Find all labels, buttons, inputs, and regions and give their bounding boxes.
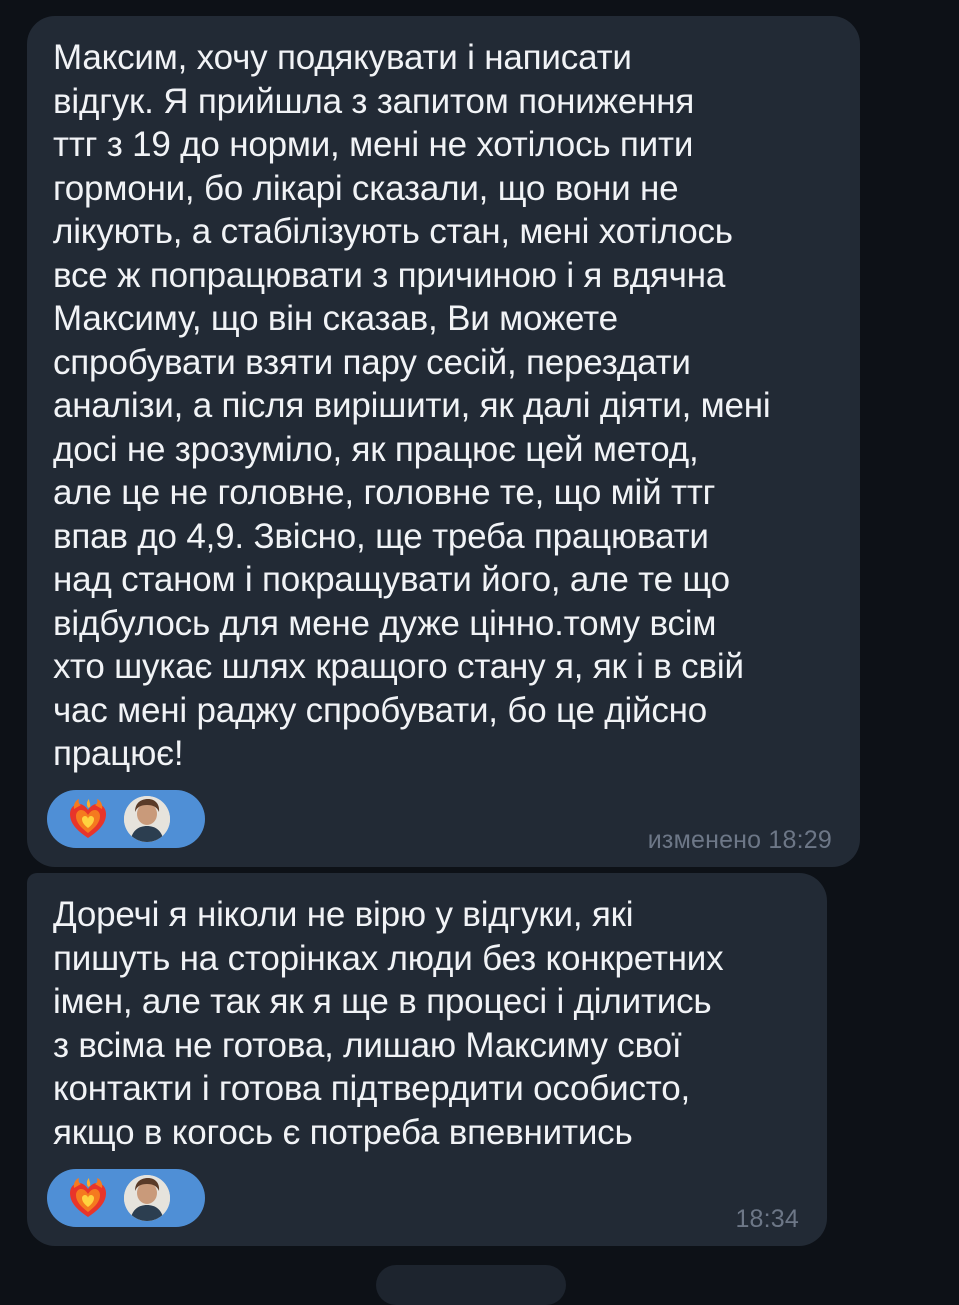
reaction-pill[interactable]	[47, 1169, 205, 1227]
avatar	[124, 1175, 170, 1221]
message-timestamp: 18:34	[735, 1205, 799, 1233]
reaction-pill[interactable]	[47, 790, 205, 848]
message-text: Доречі я ніколи не вірю у відгуки, які п…	[53, 895, 724, 1152]
message-bubble[interactable]: Доречі я ніколи не вірю у відгуки, які п…	[27, 873, 827, 1246]
chat-view: Максим, хочу подякувати і написати відгу…	[0, 0, 959, 1305]
heart-on-fire-icon	[70, 799, 106, 838]
heart-on-fire-icon	[70, 1178, 106, 1217]
date-pill	[376, 1265, 566, 1305]
message-bubble[interactable]: Максим, хочу подякувати і написати відгу…	[27, 16, 860, 867]
avatar	[124, 796, 170, 842]
message-text: Максим, хочу подякувати і написати відгу…	[53, 38, 771, 773]
message-timestamp: изменено 18:29	[647, 826, 832, 854]
